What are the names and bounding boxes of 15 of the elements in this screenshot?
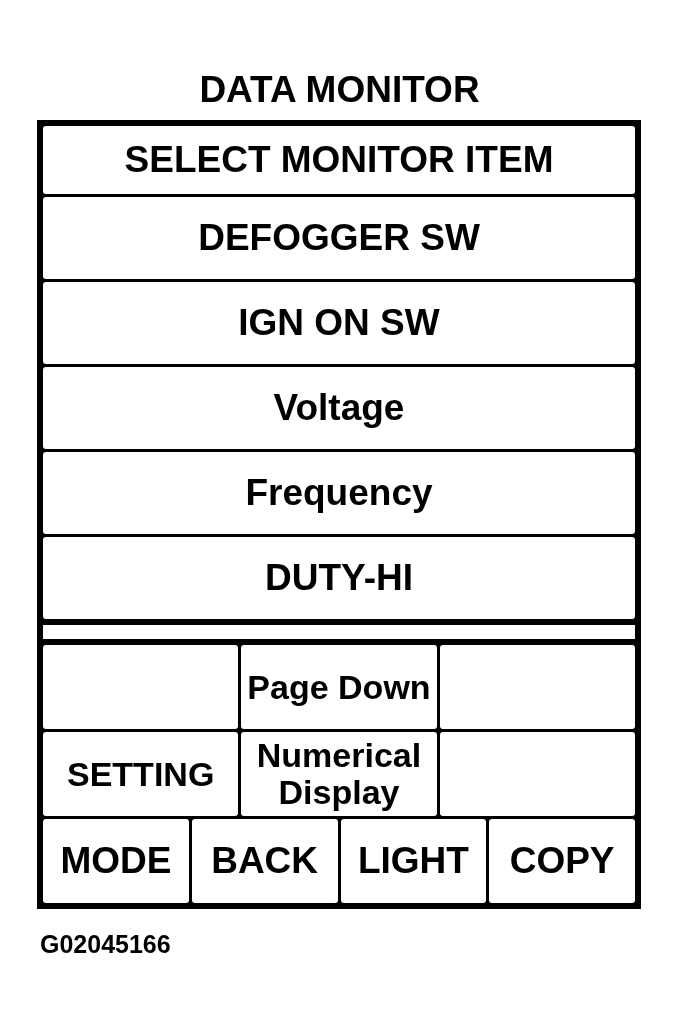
function-key[interactable]: LIGHT xyxy=(340,819,487,903)
soft-key[interactable]: SETTING xyxy=(43,732,239,816)
function-key[interactable]: BACK xyxy=(191,819,338,903)
screen-title: DATA MONITOR xyxy=(199,70,480,110)
function-key[interactable]: MODE xyxy=(43,819,189,903)
monitor-item[interactable]: Voltage xyxy=(43,367,635,449)
monitor-item[interactable]: DEFOGGER SW xyxy=(43,197,635,279)
soft-key[interactable]: Page Down xyxy=(241,645,437,729)
function-key[interactable]: COPY xyxy=(489,819,635,903)
monitor-item[interactable]: DUTY-HI xyxy=(43,537,635,619)
figure-code: G02045166 xyxy=(40,930,171,958)
monitor-item[interactable]: Frequency xyxy=(43,452,635,534)
soft-key[interactable]: Numerical Display xyxy=(241,732,437,816)
monitor-item[interactable]: IGN ON SW xyxy=(43,282,635,364)
panel-header: SELECT MONITOR ITEM xyxy=(43,126,635,194)
